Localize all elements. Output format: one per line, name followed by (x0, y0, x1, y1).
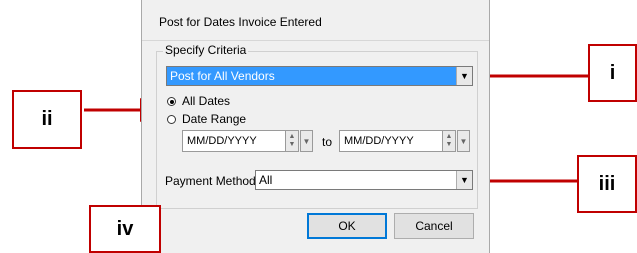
date-to-dropdown[interactable]: ▼ (457, 130, 470, 152)
payment-method-label: Payment Method: (165, 174, 260, 188)
date-from-input[interactable]: MM/DD/YYYY (182, 130, 286, 152)
spin-down-icon[interactable]: ▼ (289, 141, 296, 149)
post-dates-dialog: Post for Dates Invoice Entered Specify C… (141, 0, 490, 253)
title-separator (142, 40, 489, 41)
callout-ii: ii (12, 90, 82, 149)
payment-method-value: All (259, 173, 273, 187)
cancel-button[interactable]: Cancel (394, 213, 474, 239)
date-from-dropdown[interactable]: ▼ (300, 130, 313, 152)
payment-method-select[interactable]: All ▼ (255, 170, 473, 190)
date-to-spinner[interactable]: ▲ ▼ (442, 130, 456, 152)
spin-up-icon[interactable]: ▲ (289, 133, 296, 141)
radio-date-range[interactable] (167, 115, 176, 124)
date-to-input[interactable]: MM/DD/YYYY (339, 130, 443, 152)
ok-button[interactable]: OK (307, 213, 387, 239)
radio-all-dates-label[interactable]: All Dates (182, 94, 230, 108)
callout-iv: iv (89, 205, 161, 253)
chevron-down-icon[interactable]: ▼ (303, 137, 311, 146)
spin-down-icon[interactable]: ▼ (446, 141, 453, 149)
to-label: to (322, 135, 333, 149)
dialog-title: Post for Dates Invoice Entered (159, 15, 322, 29)
chevron-down-icon[interactable]: ▼ (456, 171, 472, 189)
vendor-select-value: Post for All Vendors (170, 69, 275, 83)
spin-up-icon[interactable]: ▲ (446, 133, 453, 141)
chevron-down-icon[interactable]: ▼ (456, 67, 472, 85)
criteria-group-label: Specify Criteria (163, 43, 249, 57)
chevron-down-icon[interactable]: ▼ (460, 137, 468, 146)
callout-i: i (588, 44, 637, 102)
date-from-spinner[interactable]: ▲ ▼ (285, 130, 299, 152)
vendor-select[interactable]: Post for All Vendors ▼ (166, 66, 473, 86)
radio-all-dates[interactable] (167, 97, 176, 106)
radio-date-range-label[interactable]: Date Range (182, 112, 246, 126)
callout-iii: iii (577, 155, 637, 213)
